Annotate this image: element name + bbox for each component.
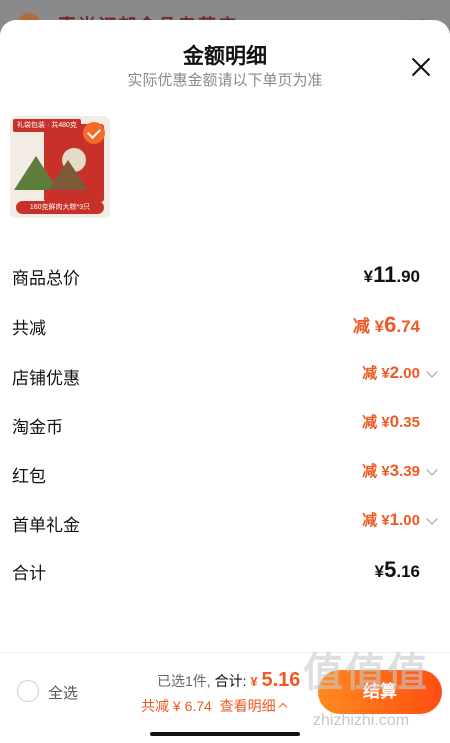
sheet-subtitle: 实际优惠金额请以下单页为准 — [127, 72, 323, 89]
price-int: 0 — [389, 412, 400, 431]
price-row-label: 商品总价 — [12, 269, 80, 288]
price-dec: .74 — [396, 317, 420, 336]
sheet-title: 金额明细 — [183, 45, 267, 68]
price-dec: .90 — [396, 267, 420, 286]
price-row[interactable]: 店铺优惠 减 ¥2.00 — [0, 360, 450, 390]
price-row: 商品总价 ¥11.90 — [0, 260, 450, 290]
amount-detail-sheet: 金额明细 实际优惠金额请以下单页为准 礼袋包装 · 共480克 160克鲜肉大粽… — [0, 20, 450, 743]
price-prefix: ¥ — [363, 267, 374, 286]
selected-check-icon[interactable] — [83, 122, 105, 144]
watermark-logo: 值值值 — [303, 651, 429, 695]
price-row[interactable]: 红包 减 ¥3.39 — [0, 458, 450, 488]
total-currency: ¥ — [250, 674, 258, 689]
price-row-label: 淘金币 — [12, 418, 63, 437]
price-int: 2 — [389, 363, 400, 382]
price-row: 合计 ¥5.16 — [0, 555, 450, 585]
chevron-down-icon[interactable] — [426, 464, 438, 476]
price-row-value: 减 ¥0.35 — [362, 411, 420, 432]
chevron-down-icon[interactable] — [426, 366, 438, 378]
price-row-value: 减 ¥1.00 — [362, 509, 420, 530]
select-all-label[interactable]: 全选 — [48, 682, 78, 703]
select-all-radio[interactable] — [17, 680, 39, 702]
saved-amount: 共减 ¥ 6.74 — [141, 698, 212, 714]
zongzi-image — [48, 160, 88, 190]
price-row-label: 共减 — [12, 319, 46, 338]
watermark-url: zhizhizhi.com — [313, 712, 410, 729]
price-dec: .35 — [399, 414, 420, 431]
price-row-value: 减 ¥2.00 — [362, 362, 420, 383]
product-tag-top: 礼袋包装 · 共480克 — [13, 119, 81, 132]
view-detail-link[interactable]: 查看明细 — [216, 698, 287, 714]
chevron-down-icon[interactable] — [426, 513, 438, 525]
total-label: 合计: — [214, 673, 247, 689]
price-int: 5 — [384, 557, 397, 582]
price-dec: .16 — [396, 562, 420, 581]
price-prefix: 减 ¥ — [362, 414, 390, 431]
price-row-value: ¥11.90 — [364, 262, 420, 288]
price-int: 3 — [389, 461, 400, 480]
price-row-label: 红包 — [12, 467, 46, 486]
price-int: 6 — [384, 312, 397, 337]
price-row-value: 减 ¥6.74 — [353, 312, 420, 338]
order-summary: 已选1件, 合计: ¥ 5.16 — [157, 669, 300, 692]
close-icon[interactable] — [410, 56, 432, 78]
price-row: 淘金币 减 ¥0.35 — [0, 409, 450, 439]
discount-detail-line: 共减 ¥ 6.74 查看明细 — [141, 696, 287, 716]
view-detail-label[interactable]: 查看明细 — [220, 698, 276, 714]
price-row-label: 首单礼金 — [12, 516, 80, 535]
price-prefix: 减 ¥ — [362, 512, 390, 529]
price-prefix: ¥ — [374, 562, 385, 581]
price-row-value: ¥5.16 — [375, 557, 420, 583]
product-tag-bottom: 160克鲜肉大粽*3只 — [16, 201, 104, 214]
price-prefix: 减 ¥ — [362, 463, 390, 480]
price-row-value: 减 ¥3.39 — [362, 460, 420, 481]
price-int: 11 — [373, 262, 397, 287]
chevron-up-icon[interactable] — [278, 702, 287, 712]
product-thumbnail[interactable]: 礼袋包装 · 共480克 160克鲜肉大粽*3只 — [10, 116, 110, 218]
price-dec: .00 — [399, 512, 420, 529]
price-row[interactable]: 首单礼金 减 ¥1.00 — [0, 507, 450, 537]
price-prefix: 减 ¥ — [362, 365, 390, 382]
price-row-label: 合计 — [12, 564, 46, 583]
price-row: 共减 减 ¥6.74 — [0, 310, 450, 340]
home-indicator — [150, 732, 300, 736]
total-value: 5.16 — [261, 669, 301, 691]
price-prefix: 减 ¥ — [352, 317, 385, 336]
price-int: 1 — [389, 510, 400, 529]
price-row-label: 店铺优惠 — [12, 369, 80, 388]
price-dec: .00 — [399, 365, 420, 382]
selected-count: 已选1件, — [157, 673, 211, 689]
price-dec: .39 — [399, 463, 420, 480]
